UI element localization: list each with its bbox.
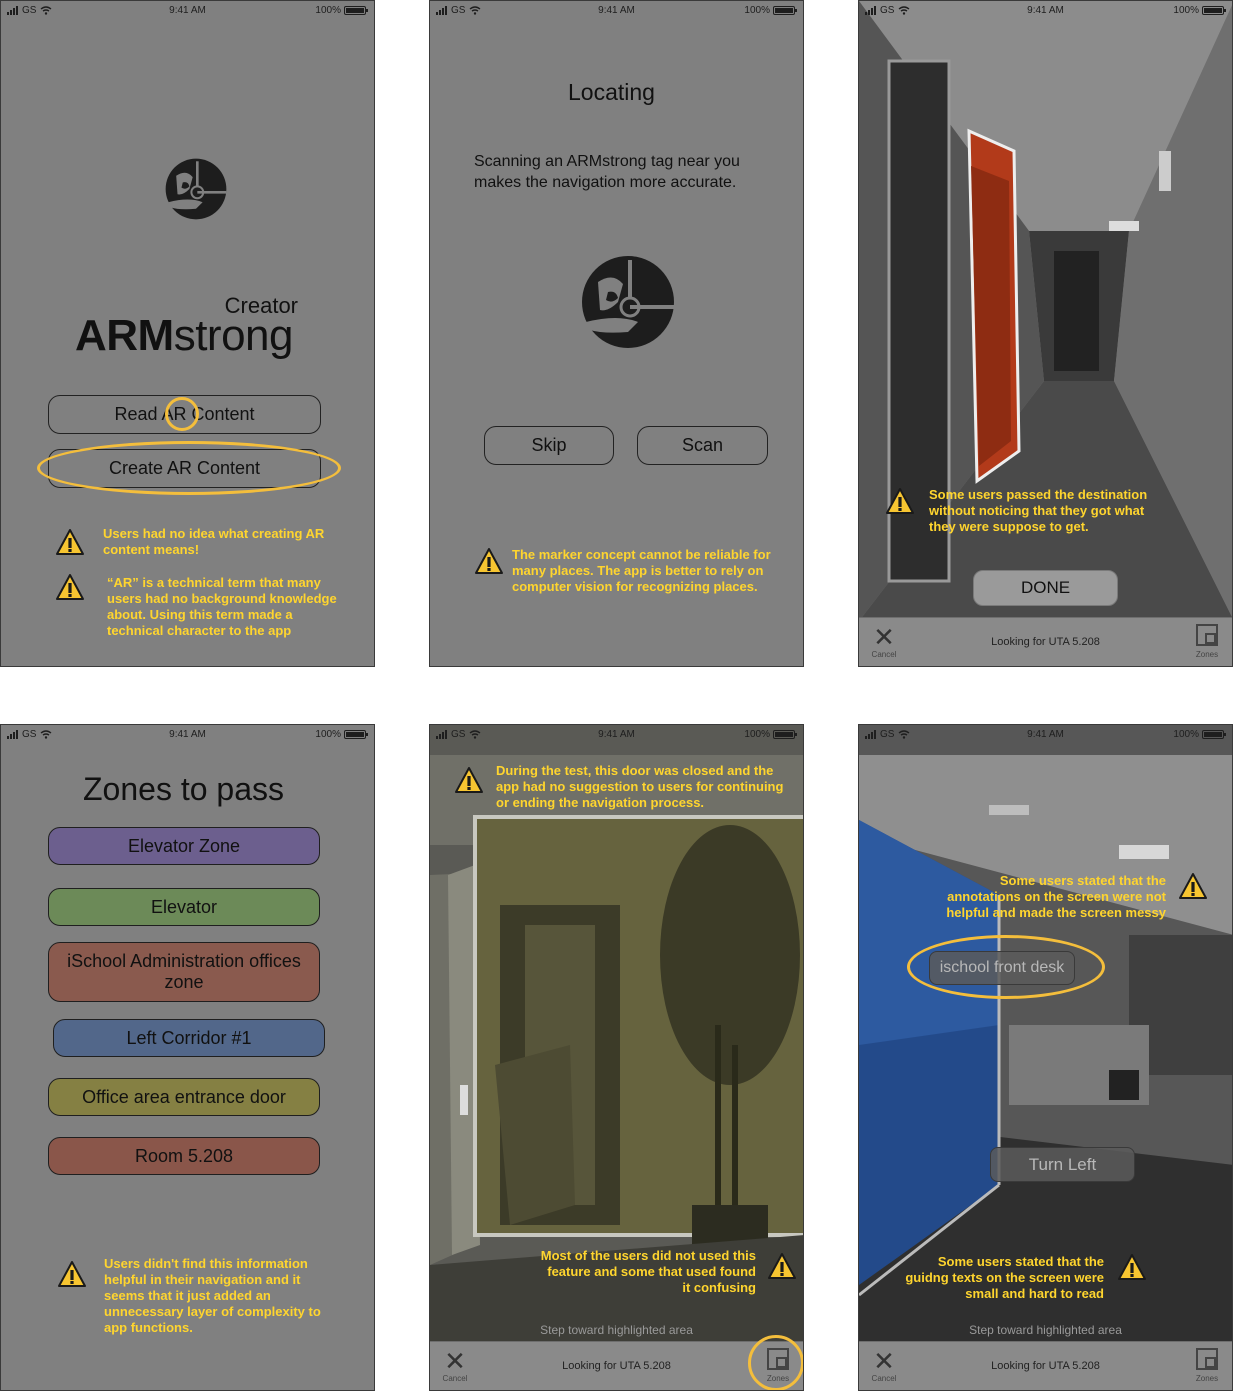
zone-item[interactable]: Elevator Zone <box>48 827 320 865</box>
corridor-photo <box>859 1 1232 666</box>
armstrong-logo-icon <box>578 243 678 361</box>
status-bar: GS 9:41 AM 100% <box>1 1 374 23</box>
looking-for-label: Looking for UTA 5.208 <box>562 1360 671 1372</box>
zone-label: Office area entrance door <box>82 1086 286 1107</box>
battery-icon <box>773 730 797 739</box>
zone-item[interactable]: Office area entrance door <box>48 1078 320 1116</box>
armstrong-logo-icon <box>163 153 229 225</box>
cancel-label: Cancel <box>442 1374 468 1383</box>
battery-icon <box>773 6 797 15</box>
zones-icon <box>767 1348 789 1370</box>
screen-locating: GS 9:41 AM 100% Locating Scanning an ARM… <box>429 0 804 667</box>
zone-label: Elevator Zone <box>127 835 241 856</box>
logo-wordmark: ARMstrong <box>75 311 294 361</box>
status-bar: GS 9:41 AM 100% <box>859 725 1232 747</box>
skip-button[interactable]: Skip <box>484 426 614 465</box>
zones-button[interactable]: Zones <box>1192 1348 1222 1383</box>
warning-text: Most of the users did not used this feat… <box>540 1248 756 1295</box>
zone-label: Room 5.208 <box>134 1145 234 1166</box>
battery-icon <box>1202 6 1226 15</box>
turn-left-annotation[interactable]: Turn Left <box>990 1147 1135 1182</box>
bottom-bar: ✕ Cancel Looking for UTA 5.208 Zones <box>430 1341 803 1390</box>
warning-icon <box>1178 872 1208 900</box>
bottom-bar: ✕ Cancel Looking for UTA 5.208 Zones <box>859 617 1232 666</box>
zone-item[interactable]: Left Corridor #1 <box>53 1019 325 1057</box>
zones-icon <box>1196 624 1218 646</box>
front-desk-annotation[interactable]: ischool front desk <box>929 951 1075 985</box>
warning-icon <box>1117 1253 1147 1281</box>
zones-button[interactable]: Zones <box>1192 624 1222 659</box>
looking-for-label: Looking for UTA 5.208 <box>991 636 1100 648</box>
hint-text: Step toward highlighted area <box>969 1323 1122 1337</box>
zones-icon <box>1196 1348 1218 1370</box>
warning-text: Some users stated that the annotations o… <box>946 873 1166 920</box>
battery-label: 100% <box>744 729 770 740</box>
zones-label: Zones <box>766 1374 790 1383</box>
warning-icon <box>55 573 85 601</box>
warning-text: Users had no idea what creating AR conte… <box>103 526 325 557</box>
screen-zones: GS 9:41 AM 100% Zones to pass Elevator Z… <box>0 724 375 1391</box>
battery-label: 100% <box>1173 5 1199 16</box>
cancel-label: Cancel <box>871 1374 897 1383</box>
warning-icon <box>55 528 85 556</box>
hint-text: Step toward highlighted area <box>540 1323 693 1337</box>
warning-text: Some users stated that the guidng texts … <box>905 1254 1104 1301</box>
warning-icon <box>767 1252 797 1280</box>
zones-label: Zones <box>1195 650 1219 659</box>
zone-item[interactable]: iSchool Administration offices zone <box>48 942 320 1002</box>
screen-annotations: GS 9:41 AM 100% Some users stated that t… <box>858 724 1233 1391</box>
battery-label: 100% <box>1173 729 1199 740</box>
create-ar-content-button[interactable]: Create AR Content <box>48 449 321 488</box>
page-title: Zones to pass <box>83 771 284 807</box>
zone-label: Left Corridor #1 <box>126 1027 252 1048</box>
battery-label: 100% <box>315 729 341 740</box>
zone-label: Elevator <box>150 896 218 917</box>
screen-arrival: GS 9:41 AM 100% Some users passed the de… <box>858 0 1233 667</box>
warning-text: Some users passed the destination withou… <box>929 487 1148 534</box>
battery-icon <box>1202 730 1226 739</box>
battery-label: 100% <box>315 5 341 16</box>
logo-light: strong <box>173 311 294 360</box>
status-bar: GS 9:41 AM 100% <box>430 725 803 747</box>
warning-icon <box>57 1260 87 1288</box>
warning-icon <box>885 487 915 515</box>
status-bar: GS 9:41 AM 100% <box>1 725 374 747</box>
warning-text: During the test, this door was closed an… <box>496 763 784 810</box>
battery-label: 100% <box>744 5 770 16</box>
status-bar: GS 9:41 AM 100% <box>859 1 1232 23</box>
warning-text: Users didn't find this information helpf… <box>104 1256 321 1335</box>
warning-text: The marker concept cannot be reliable fo… <box>512 547 771 594</box>
bottom-bar: ✕ Cancel Looking for UTA 5.208 Zones <box>859 1341 1232 1390</box>
screen-door: GS 9:41 AM 100% During the test, this do… <box>429 724 804 1391</box>
looking-for-label: Looking for UTA 5.208 <box>991 1360 1100 1372</box>
zones-button[interactable]: Zones <box>763 1348 793 1383</box>
done-button[interactable]: DONE <box>973 570 1118 606</box>
zone-label: iSchool Administration offices zone <box>67 951 301 992</box>
zone-item[interactable]: Room 5.208 <box>48 1137 320 1175</box>
page-title: Locating <box>568 79 655 105</box>
logo-bold: ARM <box>75 311 174 360</box>
locating-description: Scanning an ARMstrong tag near you makes… <box>474 153 740 191</box>
zones-label: Zones <box>1195 1374 1219 1383</box>
warning-icon <box>454 766 484 794</box>
warning-text: “AR” is a technical term that many users… <box>107 575 337 638</box>
battery-icon <box>344 6 368 15</box>
status-bar: GS 9:41 AM 100% <box>430 1 803 23</box>
zone-item[interactable]: Elevator <box>48 888 320 926</box>
read-ar-content-button[interactable]: Read AR Content <box>48 395 321 434</box>
warning-icon <box>474 547 504 575</box>
cancel-label: Cancel <box>871 650 897 659</box>
scan-button[interactable]: Scan <box>637 426 768 465</box>
battery-icon <box>344 730 368 739</box>
screen-home: GS 9:41 AM 100% Creator ARMstrong Read A… <box>0 0 375 667</box>
